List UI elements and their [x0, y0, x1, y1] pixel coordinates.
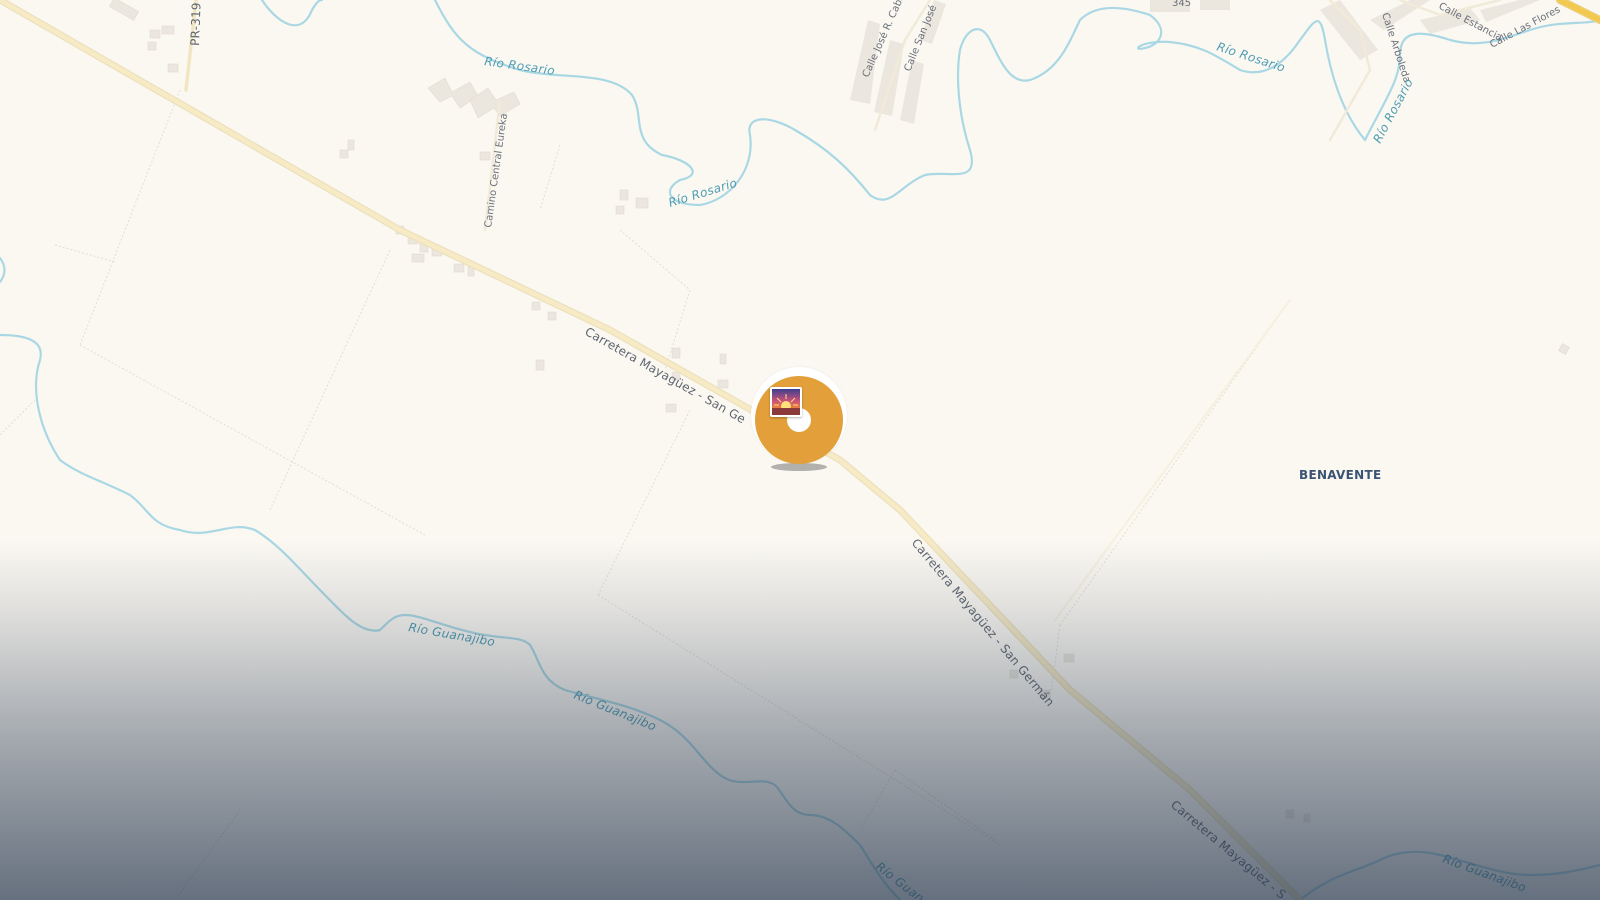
benavente-place-label: BENAVENTE — [1299, 468, 1381, 482]
pr319-label: PR-319 — [188, 2, 204, 46]
route-345-label: 345 — [1172, 0, 1191, 9]
photo-location-marker[interactable] — [751, 367, 847, 475]
sunrise-photo-icon — [770, 387, 802, 417]
marker-shadow — [771, 463, 827, 471]
map-view[interactable]: Carretera Mayagüez - San Ge Carretera Ma… — [0, 0, 1600, 900]
